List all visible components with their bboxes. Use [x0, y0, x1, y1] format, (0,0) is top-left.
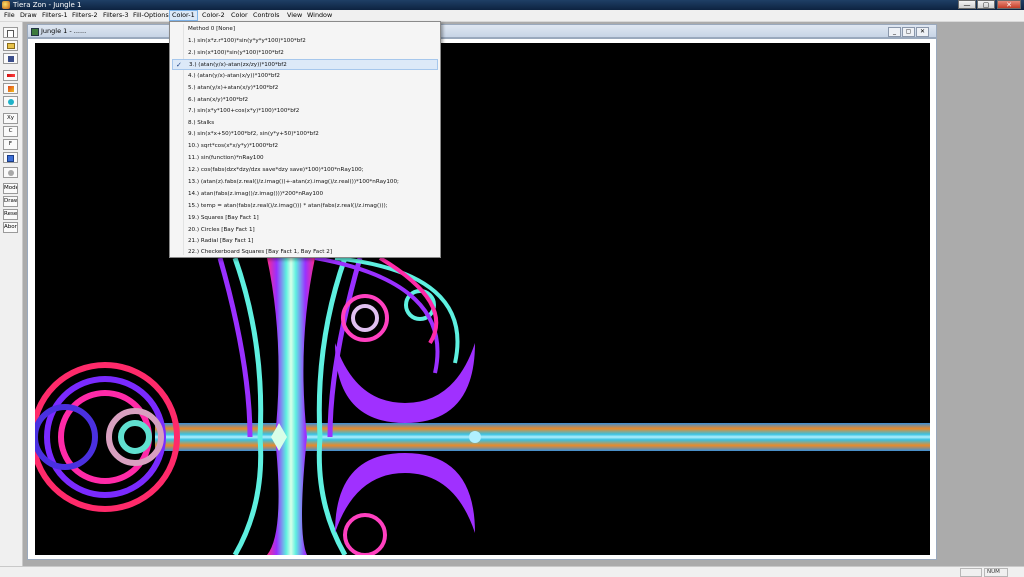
c-button[interactable]: C	[3, 126, 18, 137]
gray-circle-icon	[7, 169, 14, 176]
menu-item-method-6[interactable]: 6.) atan(x/y)*100*bf2	[172, 95, 438, 106]
new-document-icon	[7, 29, 14, 37]
menu-item-method-22[interactable]: 22.) Checkerboard Squares [Bay Fact 1, B…	[172, 247, 438, 258]
menu-item-method-15[interactable]: 15.) temp = atan(fabs(z.real()/z.imag())…	[172, 201, 438, 212]
child-minimize-button[interactable]: _	[888, 27, 901, 37]
xy-button[interactable]: Xy	[3, 113, 18, 124]
menu-color-1[interactable]: Color-1	[169, 10, 198, 21]
menu-controls[interactable]: Controls	[251, 11, 281, 20]
menu-color-2[interactable]: Color-2	[200, 11, 227, 20]
menu-item-method-4[interactable]: 4.) (atan(y/x)-atan(x/y))*100*bf2	[172, 71, 438, 82]
zoom-magnifier-icon	[7, 98, 14, 105]
child-window-icon	[31, 28, 39, 36]
menu-item-method-14[interactable]: 14.) atan(fabs(z.imag()/z.imag()))*200*n…	[172, 189, 438, 200]
zoom-button[interactable]	[3, 96, 18, 107]
menu-view[interactable]: View	[285, 11, 304, 20]
color-1-menu: Method 0 [None] 1.) sin(x*z.r*100)*sin(y…	[169, 21, 441, 258]
menu-item-method-11[interactable]: 11.) sin(function)*nRay100	[172, 153, 438, 164]
circle-button[interactable]	[3, 167, 18, 178]
open-folder-icon	[6, 43, 15, 49]
new-button[interactable]	[3, 27, 18, 38]
calendar-grid-icon	[7, 154, 14, 162]
abort-button[interactable]: Abort	[3, 222, 18, 233]
window-title: Tiera Zon - Jungle 1	[13, 1, 82, 9]
menu-filters-3[interactable]: Filters-3	[101, 11, 131, 20]
menu-item-method-2[interactable]: 2.) sin(x*100)*sin(y*100)*100*bf2	[172, 48, 438, 59]
save-button[interactable]	[3, 53, 18, 64]
child-window-titlebar[interactable]: Jungle 1 - ...... _ ▢ ✕	[27, 24, 937, 38]
save-disk-icon	[7, 55, 14, 62]
title-bar: Tiera Zon - Jungle 1 — ▢ ✕	[0, 0, 1024, 10]
close-button[interactable]: ✕	[997, 0, 1021, 9]
arrow-button[interactable]	[3, 70, 18, 81]
child-close-button[interactable]: ✕	[916, 27, 929, 37]
menu-draw[interactable]: Draw	[18, 11, 39, 20]
menu-file[interactable]: File	[2, 11, 17, 20]
menu-filters-1[interactable]: Filters-1	[40, 11, 70, 20]
menu-item-method-21[interactable]: 21.) Radial [Bay Fact 1]	[172, 236, 438, 247]
checkmark-icon: ✓	[176, 61, 182, 69]
status-bar: NUM	[0, 566, 1024, 577]
menu-item-method-1[interactable]: 1.) sin(x*z.r*100)*sin(y*y*y*100)*100*bf…	[172, 36, 438, 47]
fill-brush-icon	[7, 85, 14, 92]
menu-item-method-0[interactable]: Method 0 [None]	[172, 24, 438, 35]
child-window-title: Jungle 1 - ......	[41, 27, 87, 35]
mdi-background	[941, 22, 1024, 568]
menu-item-method-10[interactable]: 10.) sqrt*cos(x*x/y*y)*1000*bf2	[172, 141, 438, 152]
maximize-button[interactable]: ▢	[977, 0, 995, 9]
left-toolbar: Xy C F Mode Draw Reset Abort	[0, 22, 23, 568]
menu-item-method-13[interactable]: 13.) (atan(z).fabs(z.real()/z.imag())+-a…	[172, 177, 438, 188]
reset-button[interactable]: Reset	[3, 209, 18, 220]
menu-item-method-19[interactable]: 19.) Squares [Bay Fact 1]	[172, 213, 438, 224]
menu-color[interactable]: Color	[229, 11, 250, 20]
open-button[interactable]	[3, 40, 18, 51]
menu-item-method-9[interactable]: 9.) sin(x*x+50)*100*bf2, sin(y*y+50)*100…	[172, 129, 438, 140]
f-button[interactable]: F	[3, 139, 18, 150]
fill-button[interactable]	[3, 83, 18, 94]
menu-item-method-8[interactable]: 8.) Stalks	[172, 118, 438, 129]
menu-bar: File Draw Filters-1 Filters-2 Filters-3 …	[0, 10, 1024, 22]
menu-item-method-20[interactable]: 20.) Circles [Bay Fact 1]	[172, 225, 438, 236]
grid-button[interactable]	[3, 152, 18, 163]
mode-button[interactable]: Mode	[3, 183, 18, 194]
app-icon	[2, 1, 10, 9]
menu-fill-options[interactable]: Fill-Options	[131, 11, 171, 20]
menu-item-method-3[interactable]: ✓ 3.) (atan(y/x)-atan(zx/zy))*100*bf2	[172, 59, 438, 70]
red-arrow-icon	[6, 74, 15, 77]
child-maximize-button[interactable]: ▢	[902, 27, 915, 37]
menu-window[interactable]: Window	[305, 11, 334, 20]
menu-item-method-7[interactable]: 7.) sin(x*y*100+cos(x*y)*100)*100*bf2	[172, 106, 438, 117]
menu-item-method-5[interactable]: 5.) atan(y/x)+atan(x/y)*100*bf2	[172, 83, 438, 94]
menu-filters-2[interactable]: Filters-2	[70, 11, 100, 20]
draw-button[interactable]: Draw	[3, 196, 18, 207]
minimize-button[interactable]: —	[958, 0, 976, 9]
menu-item-method-12[interactable]: 12.) cos(fabs(dzx*dzy/dzx save*dzy save)…	[172, 165, 438, 176]
